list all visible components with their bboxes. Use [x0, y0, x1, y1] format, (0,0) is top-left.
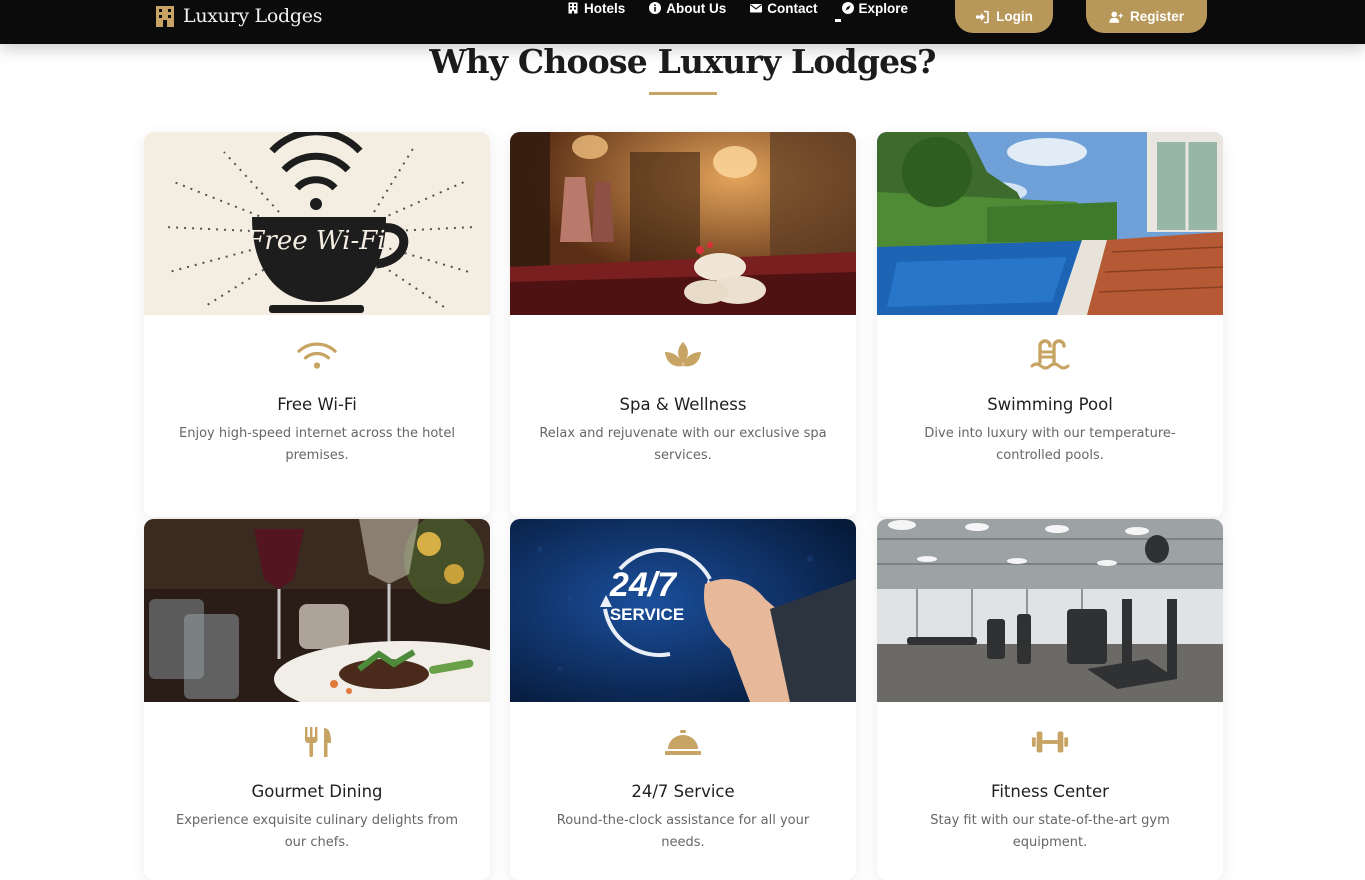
- card-image-wifi: Free Wi-Fi: [144, 132, 490, 315]
- card-image-pool: [877, 132, 1223, 315]
- feature-card-fitness: Fitness Center Stay fit with our state-o…: [877, 519, 1223, 880]
- nav-label: Contact: [767, 0, 818, 16]
- compass-icon: [841, 2, 854, 14]
- card-image-fitness: [877, 519, 1223, 702]
- feature-card-service: 24/7 SERVICE 24/7 Service Round-the-cloc…: [510, 519, 856, 880]
- image-wifi-text: Free Wi-Fi: [245, 226, 385, 256]
- feature-card-spa: Spa & Wellness Relax and rejuvenate with…: [510, 132, 856, 517]
- spa-lotus-icon: [665, 342, 701, 367]
- card-image-service: 24/7 SERVICE: [510, 519, 856, 702]
- card-icon-wrap: [510, 724, 856, 760]
- card-description: Stay fit with our state-of-the-art gym e…: [930, 813, 1170, 850]
- image-service-word: SERVICE: [610, 605, 684, 624]
- card-icon-wrap: [144, 337, 490, 373]
- section-title: Why Choose Luxury Lodges?: [429, 42, 936, 81]
- hotel-icon: [568, 2, 578, 14]
- card-title: 24/7 Service: [631, 782, 735, 801]
- card-icon-wrap: [144, 724, 490, 760]
- card-icon-wrap: [510, 337, 856, 373]
- login-button[interactable]: Login: [955, 0, 1053, 33]
- feature-card-pool: Swimming Pool Dive into luxury with our …: [877, 132, 1223, 517]
- utensils-icon: [305, 727, 331, 757]
- register-button[interactable]: Register: [1086, 0, 1207, 33]
- navbar: Luxury Lodges Hotels About Us Contact Ex…: [0, 0, 1365, 44]
- card-icon-wrap: [877, 337, 1223, 373]
- nav-link-explore[interactable]: Explore: [834, 0, 909, 22]
- main-nav: Hotels About Us Contact Explore: [567, 0, 932, 22]
- card-icon-wrap: [877, 724, 1223, 760]
- card-image-spa: [510, 132, 856, 315]
- nav-label: Hotels: [584, 0, 626, 16]
- card-description: Dive into luxury with our temperature-co…: [924, 426, 1176, 463]
- feature-card-wifi: Free Wi-Fi Free Wi-Fi Enjoy high-speed i…: [144, 132, 490, 517]
- swimming-pool-icon: [1030, 339, 1070, 370]
- nav-link-hotels[interactable]: Hotels: [567, 1, 625, 16]
- brand-name: Luxury Lodges: [183, 5, 323, 27]
- nav-label: About Us: [666, 0, 727, 16]
- dumbbell-icon: [1031, 731, 1069, 753]
- card-title: Fitness Center: [991, 782, 1109, 801]
- sign-in-icon: [976, 10, 989, 23]
- concierge-bell-icon: [665, 730, 701, 755]
- login-label: Login: [996, 9, 1033, 24]
- card-description: Round-the-clock assistance for all your …: [556, 813, 810, 850]
- register-label: Register: [1129, 9, 1185, 24]
- card-title: Free Wi-Fi: [277, 395, 357, 414]
- card-title: Swimming Pool: [987, 395, 1113, 414]
- feature-card-dining: Gourmet Dining Experience exquisite culi…: [144, 519, 490, 880]
- image-service-number: 24/7: [609, 566, 678, 604]
- info-icon: [649, 2, 662, 14]
- card-title: Gourmet Dining: [251, 782, 383, 801]
- hotel-building-icon: [156, 6, 174, 27]
- dropdown-caret-icon: [834, 18, 841, 22]
- envelope-icon: [750, 4, 763, 13]
- user-plus-icon: [1109, 11, 1123, 23]
- wifi-icon: [297, 342, 337, 369]
- nav-label: Explore: [858, 0, 909, 16]
- card-title: Spa & Wellness: [619, 395, 747, 414]
- card-description: Relax and rejuvenate with our exclusive …: [539, 426, 827, 463]
- nav-link-contact[interactable]: Contact: [750, 0, 818, 16]
- title-underline: [649, 92, 717, 95]
- brand-logo[interactable]: Luxury Lodges: [155, 3, 322, 29]
- nav-link-about[interactable]: About Us: [649, 1, 726, 16]
- card-image-dining: [144, 519, 490, 702]
- card-description: Enjoy high-speed internet across the hot…: [179, 426, 455, 463]
- card-description: Experience exquisite culinary delights f…: [175, 813, 458, 850]
